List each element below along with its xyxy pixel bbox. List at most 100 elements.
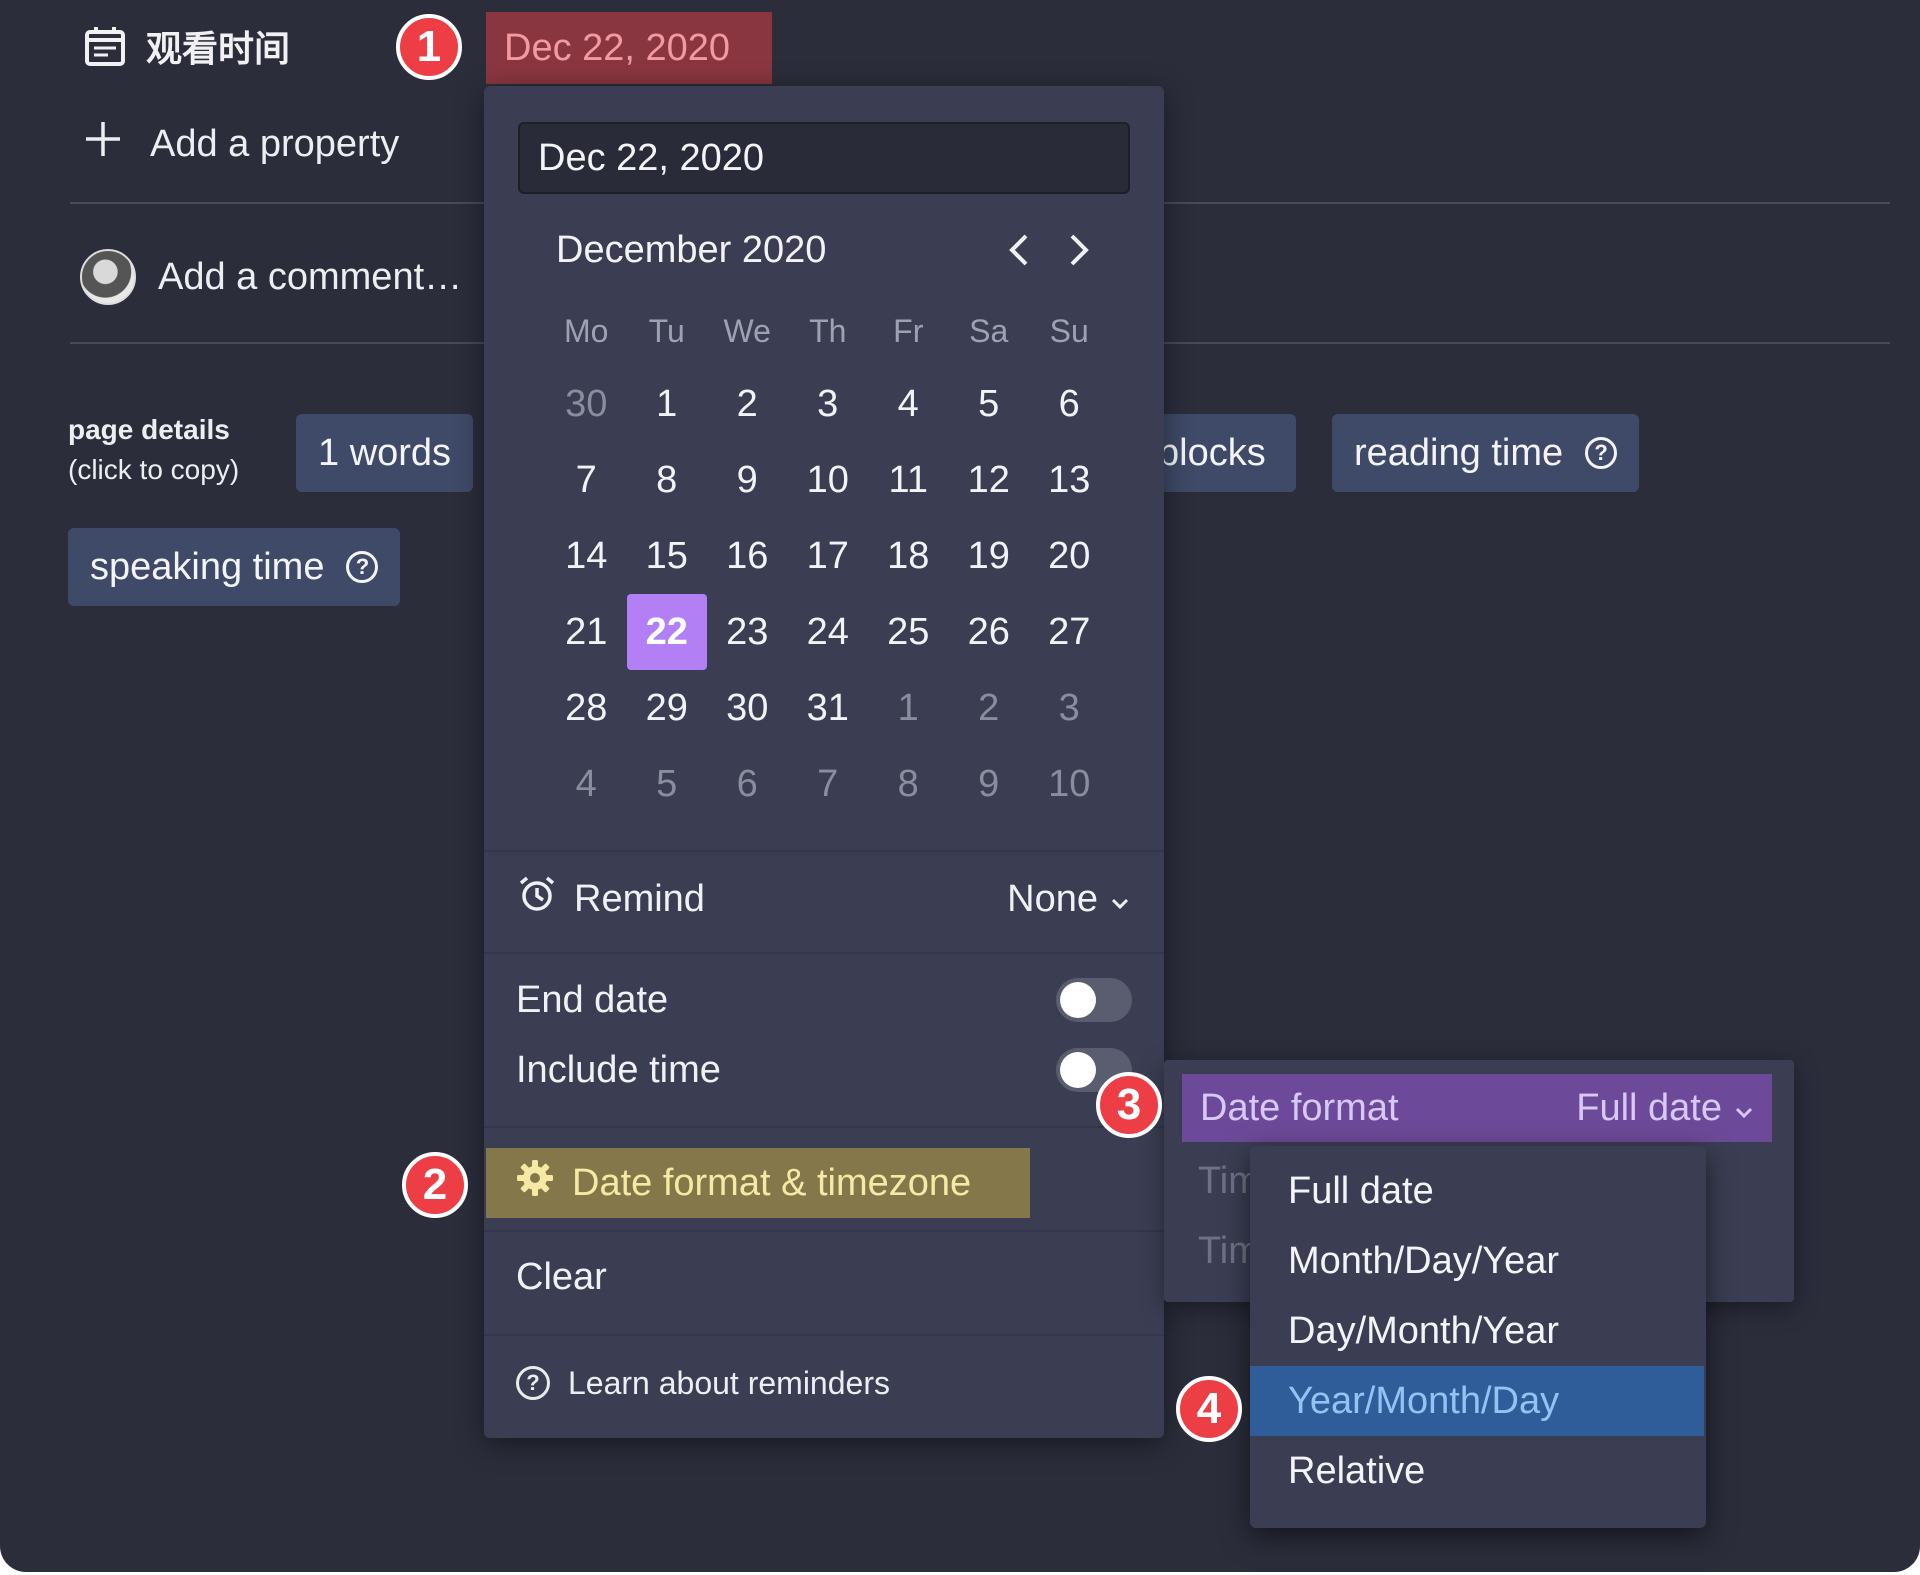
format-option-relative[interactable]: Relative — [1250, 1436, 1706, 1506]
gear-icon — [516, 1159, 554, 1207]
step-badge-3: 3 — [1096, 1072, 1162, 1138]
day-cell[interactable]: 5 — [949, 366, 1030, 442]
day-cell[interactable]: 29 — [627, 670, 708, 746]
day-cell[interactable]: 5 — [627, 746, 708, 822]
day-cell[interactable]: 15 — [627, 518, 708, 594]
day-cell[interactable]: 27 — [1029, 594, 1110, 670]
divider — [484, 1126, 1164, 1128]
step-badge-4: 4 — [1176, 1376, 1242, 1442]
day-cell[interactable]: 19 — [949, 518, 1030, 594]
remind-select[interactable]: None — [1007, 878, 1130, 921]
page-details-title: page details — [68, 414, 230, 445]
day-cell[interactable]: 3 — [1029, 670, 1110, 746]
month-nav — [1002, 230, 1096, 270]
day-cell[interactable]: 16 — [707, 518, 788, 594]
week-row: 7 8 9 10 11 12 13 — [546, 442, 1110, 518]
day-cell[interactable]: 14 — [546, 518, 627, 594]
day-cell[interactable]: 3 — [788, 366, 869, 442]
include-time-label: Include time — [516, 1048, 721, 1091]
page-details-label: page details (click to copy) — [68, 410, 239, 490]
format-option-full-date[interactable]: Full date — [1250, 1156, 1706, 1226]
chevron-down-icon — [1110, 878, 1130, 921]
chevron-right-icon[interactable] — [1062, 230, 1096, 270]
weekday-label: Su — [1049, 312, 1089, 349]
week-row: 30 1 2 3 4 5 6 — [546, 366, 1110, 442]
divider — [484, 850, 1164, 852]
alarm-clock-icon — [518, 875, 556, 923]
blocks-pill-label: blocks — [1158, 431, 1266, 474]
property-name[interactable]: 观看时间 — [84, 22, 290, 70]
speaking-time-label: speaking time — [90, 545, 325, 588]
day-cell[interactable]: 30 — [546, 366, 627, 442]
month-label: December 2020 — [556, 228, 827, 271]
include-time-row: Include time — [516, 1042, 1132, 1098]
day-cell[interactable]: 6 — [707, 746, 788, 822]
chevron-left-icon[interactable] — [1002, 230, 1036, 270]
day-cell[interactable]: 26 — [949, 594, 1030, 670]
help-icon[interactable]: ? — [1585, 437, 1618, 469]
day-cell-selected[interactable]: 22 — [626, 594, 708, 670]
day-cell[interactable]: 30 — [707, 670, 788, 746]
date-format-select[interactable]: Date format Full date — [1182, 1074, 1772, 1142]
day-cell[interactable]: 10 — [1029, 746, 1110, 822]
app-window: 观看时间 1 Dec 22, 2020 Add a property Add a… — [0, 0, 1920, 1572]
day-cell[interactable]: 31 — [788, 670, 869, 746]
day-cell[interactable]: 4 — [546, 746, 627, 822]
week-row: 4 5 6 7 8 9 10 — [546, 746, 1110, 822]
day-cell[interactable]: 12 — [949, 442, 1030, 518]
words-pill-label: 1 words — [318, 431, 452, 474]
weekday-header: Mo Tu We Th Fr Sa Su — [546, 296, 1110, 366]
format-option-year-month-day[interactable]: Year/Month/Day — [1250, 1366, 1704, 1436]
day-cell[interactable]: 18 — [868, 518, 949, 594]
day-cell[interactable]: 6 — [1029, 366, 1110, 442]
day-cell[interactable]: 8 — [868, 746, 949, 822]
remind-value: None — [1007, 877, 1098, 920]
day-cell[interactable]: 2 — [949, 670, 1030, 746]
day-cell[interactable]: 25 — [868, 594, 949, 670]
day-cell[interactable]: 7 — [546, 442, 627, 518]
day-cell[interactable]: 7 — [788, 746, 869, 822]
help-icon[interactable]: ? — [346, 551, 379, 583]
end-date-label: End date — [516, 978, 669, 1021]
clear-button[interactable]: Clear — [516, 1246, 607, 1308]
day-cell[interactable]: 11 — [868, 442, 949, 518]
date-format-dropdown: Full date Month/Day/Year Day/Month/Year … — [1250, 1146, 1706, 1528]
week-row: 28 29 30 31 1 2 3 — [546, 670, 1110, 746]
date-input[interactable]: Dec 22, 2020 — [518, 122, 1130, 194]
add-property-button[interactable]: Add a property — [84, 116, 399, 172]
learn-reminders-link[interactable]: ? Learn about reminders — [516, 1356, 890, 1410]
day-cell[interactable]: 1 — [868, 670, 949, 746]
date-format-timezone-button[interactable]: Date format & timezone — [486, 1148, 1030, 1218]
weekday-label: Fr — [893, 312, 924, 349]
reading-time-pill[interactable]: reading time ? — [1332, 414, 1640, 492]
format-option-month-day-year[interactable]: Month/Day/Year — [1250, 1226, 1706, 1296]
remind-row[interactable]: Remind None — [518, 866, 1130, 932]
day-cell[interactable]: 8 — [627, 442, 708, 518]
day-cell[interactable]: 21 — [546, 594, 627, 670]
toggle-knob — [1060, 1052, 1096, 1088]
day-cell[interactable]: 1 — [627, 366, 708, 442]
day-cell[interactable]: 4 — [868, 366, 949, 442]
weekday-label: Mo — [564, 312, 609, 349]
day-cell[interactable]: 28 — [546, 670, 627, 746]
day-cell[interactable]: 20 — [1029, 518, 1110, 594]
day-cell[interactable]: 2 — [707, 366, 788, 442]
date-value-chip[interactable]: Dec 22, 2020 — [486, 12, 772, 84]
day-cell[interactable]: 24 — [788, 594, 869, 670]
day-cell[interactable]: 13 — [1029, 442, 1110, 518]
day-cell[interactable]: 9 — [707, 442, 788, 518]
plus-icon — [84, 120, 122, 168]
speaking-time-pill[interactable]: speaking time ? — [68, 528, 401, 606]
day-cell[interactable]: 9 — [949, 746, 1030, 822]
words-pill[interactable]: 1 words — [296, 414, 474, 492]
divider — [484, 1230, 1164, 1232]
day-cell[interactable]: 10 — [788, 442, 869, 518]
date-format-label: Date format — [1200, 1086, 1399, 1129]
day-cell[interactable]: 17 — [788, 518, 869, 594]
end-date-toggle[interactable] — [1056, 978, 1132, 1022]
learn-reminders-label: Learn about reminders — [568, 1364, 890, 1401]
day-cell[interactable]: 23 — [707, 594, 788, 670]
add-comment-row[interactable]: Add a comment… — [80, 248, 462, 306]
format-option-day-month-year[interactable]: Day/Month/Year — [1250, 1296, 1706, 1366]
divider — [484, 1334, 1164, 1336]
